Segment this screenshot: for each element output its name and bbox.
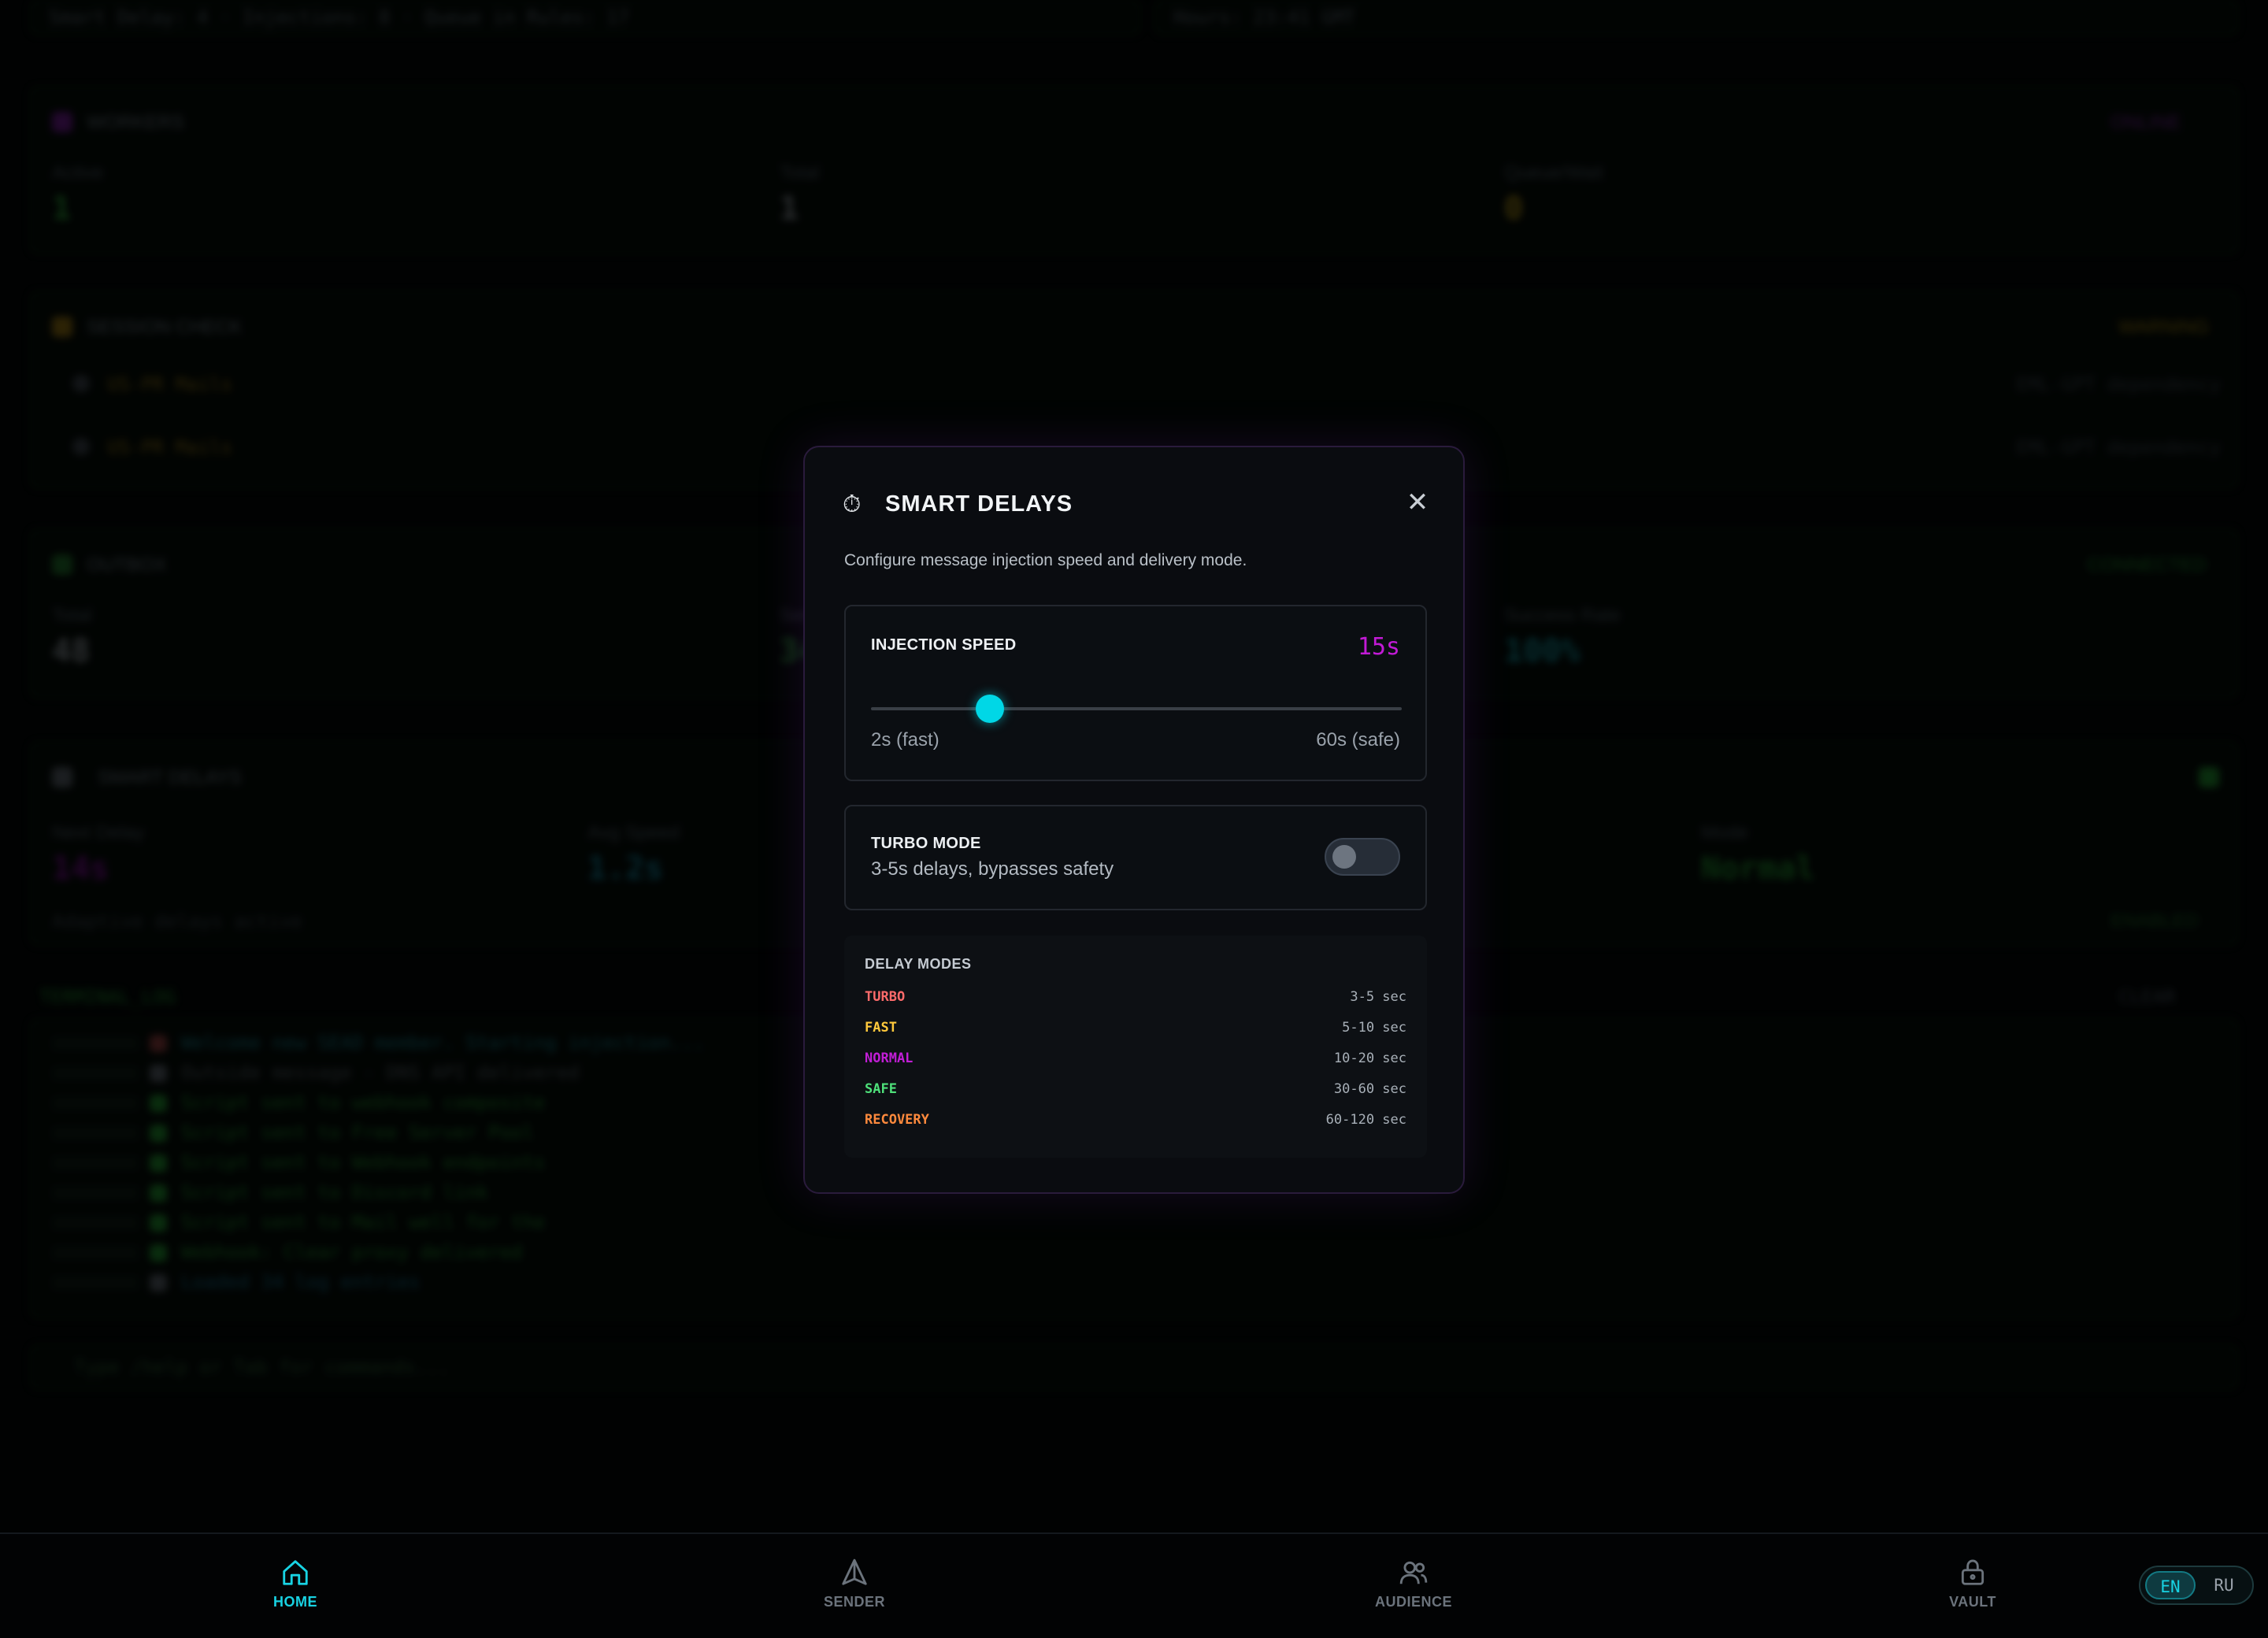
modal-title: SMART DELAYS <box>885 491 1073 517</box>
delay-mode-name: FAST <box>865 1020 897 1036</box>
delay-mode-row: NORMAL 10-20 sec <box>865 1051 1406 1074</box>
slider-thumb[interactable] <box>976 695 1005 723</box>
delay-mode-row: TURBO 3-5 sec <box>865 989 1406 1013</box>
nav-home-label: HOME <box>273 1594 317 1610</box>
turbo-mode-toggle[interactable] <box>1325 838 1400 876</box>
lang-ru-button[interactable]: RU <box>2199 1571 2249 1599</box>
turbo-mode-label: TURBO MODE <box>871 835 981 852</box>
lang-en-button[interactable]: EN <box>2145 1571 2196 1599</box>
delay-mode-range: 5-10 sec <box>1342 1020 1406 1036</box>
delay-mode-range: 30-60 sec <box>1333 1081 1406 1097</box>
delay-mode-name: TURBO <box>865 989 906 1005</box>
bottom-nav: HOME SENDER AUDIENCE VAULT <box>0 1532 2268 1638</box>
toggle-knob <box>1332 845 1356 869</box>
send-icon <box>842 1558 867 1585</box>
delay-mode-range: 3-5 sec <box>1350 989 1406 1005</box>
stopwatch-icon: ⏱ <box>843 491 862 517</box>
home-icon <box>283 1560 308 1585</box>
turbo-mode-description: 3-5s delays, bypasses safety <box>871 858 1114 880</box>
delay-mode-row: FAST 5-10 sec <box>865 1020 1406 1043</box>
nav-sender-label: SENDER <box>823 1594 885 1610</box>
injection-speed-slider[interactable] <box>871 695 1402 723</box>
lock-icon <box>1961 1559 1984 1585</box>
nav-audience[interactable]: AUDIENCE <box>1343 1558 1484 1621</box>
turbo-mode-card: TURBO MODE 3-5s delays, bypasses safety <box>844 805 1427 910</box>
smart-delays-modal: ⏱ SMART DELAYS ✕ Configure message injec… <box>803 446 1465 1194</box>
delay-mode-range: 60-120 sec <box>1325 1112 1406 1128</box>
nav-audience-label: AUDIENCE <box>1374 1594 1452 1610</box>
nav-home[interactable]: HOME <box>224 1558 366 1621</box>
close-icon[interactable]: ✕ <box>1402 487 1433 518</box>
delay-mode-name: NORMAL <box>865 1051 914 1066</box>
language-switcher: EN RU <box>2139 1566 2254 1605</box>
delay-mode-range: 10-20 sec <box>1333 1051 1406 1066</box>
slider-min-label: 2s (fast) <box>871 729 939 750</box>
slider-max-label: 60s (safe) <box>1316 729 1400 750</box>
delay-mode-row: RECOVERY 60-120 sec <box>865 1112 1406 1136</box>
injection-speed-value: 15s <box>1357 633 1400 661</box>
nav-vault[interactable]: VAULT <box>1902 1558 2044 1621</box>
injection-speed-label: INJECTION SPEED <box>871 636 1017 654</box>
nav-vault-label: VAULT <box>1949 1594 1996 1610</box>
delay-mode-name: RECOVERY <box>865 1112 929 1128</box>
delay-modes-card: DELAY MODES TURBO 3-5 sec FAST 5-10 sec … <box>844 936 1427 1158</box>
injection-speed-card: INJECTION SPEED 15s 2s (fast) 60s (safe) <box>844 605 1427 781</box>
delay-mode-row: SAFE 30-60 sec <box>865 1081 1406 1105</box>
delay-modes-title: DELAY MODES <box>865 956 972 972</box>
nav-sender[interactable]: SENDER <box>784 1558 925 1621</box>
modal-description: Configure message injection speed and de… <box>844 551 1247 569</box>
users-icon <box>1399 1561 1428 1584</box>
delay-mode-name: SAFE <box>865 1081 897 1097</box>
